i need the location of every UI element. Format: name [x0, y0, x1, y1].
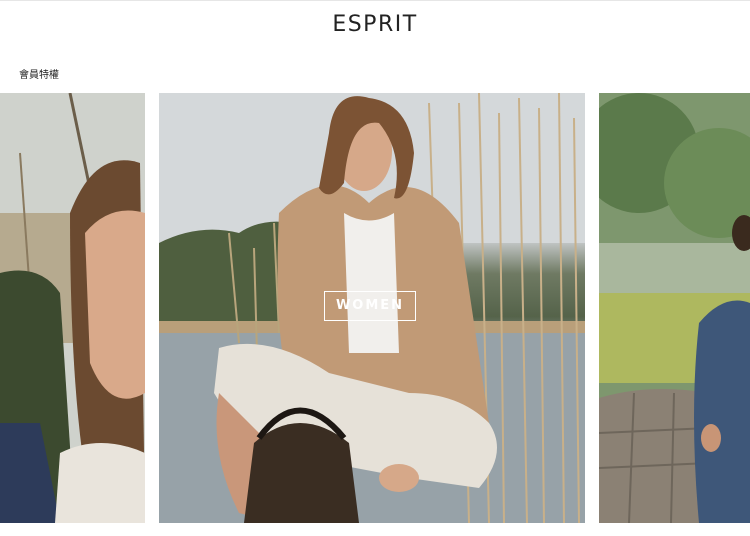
slide-image-previous — [0, 93, 145, 523]
top-divider — [0, 0, 750, 1]
page: ESPRIT 會員特權 WOMEN — [0, 0, 750, 536]
carousel-slide-next[interactable] — [599, 93, 750, 523]
carousel-slide-previous[interactable] — [0, 93, 145, 523]
esprit-logo[interactable]: ESPRIT — [0, 12, 750, 38]
slide-image-next — [599, 93, 750, 523]
carousel-slide-women[interactable]: WOMEN — [159, 93, 585, 523]
hero-carousel: WOMEN — [0, 93, 750, 523]
women-category-label[interactable]: WOMEN — [324, 291, 416, 321]
member-privileges-link[interactable]: 會員特權 — [19, 66, 59, 81]
